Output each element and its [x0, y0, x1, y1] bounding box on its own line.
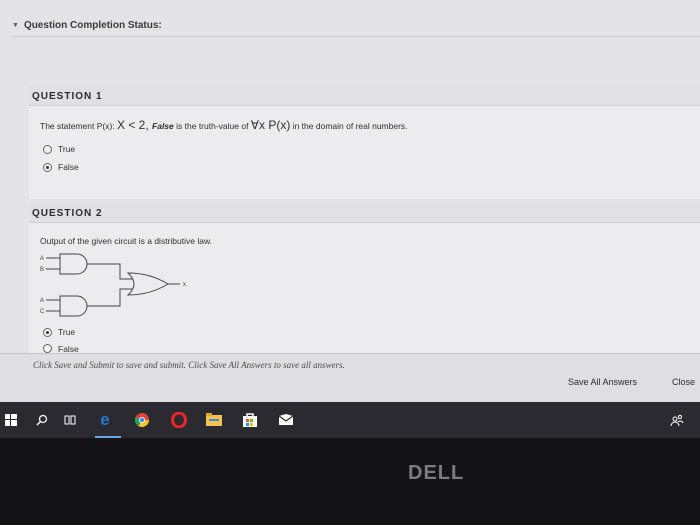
and-gate-2: [59, 295, 88, 317]
input-label-b: B: [40, 267, 44, 273]
dell-logo: DELL: [408, 462, 465, 484]
question-2-option-false[interactable]: False: [43, 344, 79, 353]
submit-footer: Click Save and Submit to save and submit…: [0, 353, 700, 402]
windows-taskbar: e: [0, 402, 700, 438]
question-1-option-true[interactable]: True: [43, 144, 75, 154]
opera-icon[interactable]: [170, 411, 188, 429]
option-label: False: [58, 344, 79, 353]
chrome-icon[interactable]: [133, 411, 151, 429]
question-1-text-part: in the domain of real numbers.: [290, 121, 408, 131]
radio-button[interactable]: [43, 144, 52, 154]
question-1-quantifier: ∀x P(x): [250, 118, 291, 132]
radio-button-selected[interactable]: [43, 162, 52, 172]
radio-button-selected[interactable]: [43, 327, 52, 337]
task-view-icon[interactable]: [61, 411, 79, 429]
option-label: True: [58, 144, 76, 154]
question-2-text: Output of the given circuit is a distrib…: [40, 236, 212, 246]
question-2-title: QUESTION 2: [32, 208, 103, 219]
windows-icon[interactable]: [2, 411, 20, 429]
divider: [12, 36, 700, 37]
or-gate: [126, 272, 169, 296]
output-label-x: x: [183, 282, 186, 288]
save-all-answers-button[interactable]: Save All Answers: [568, 375, 637, 389]
search-icon[interactable]: [33, 411, 51, 429]
question-1-header: QUESTION 1: [29, 86, 700, 106]
question-2-header: QUESTION 2: [29, 203, 700, 223]
question-1-text: The statement P(x): X < 2, False is the …: [40, 118, 408, 132]
edge-icon[interactable]: e: [96, 410, 114, 429]
question-completion-status[interactable]: ▼ Question Completion Status:: [12, 14, 700, 36]
question-1-inequality: X < 2,: [117, 118, 153, 132]
question-1-text-part: The statement P(x):: [40, 121, 117, 131]
option-label: True: [58, 327, 76, 337]
collapse-chevron-icon[interactable]: ▼: [12, 22, 19, 29]
option-label: False: [58, 162, 79, 172]
question-1-panel: QUESTION 1 The statement P(x): X < 2, Fa…: [29, 86, 700, 199]
laptop-bezel: DELL: [0, 438, 700, 525]
input-label-a: A: [40, 256, 44, 262]
question-1-text-part: is the truth-value of: [173, 121, 251, 131]
question-1-title: QUESTION 1: [32, 91, 103, 102]
photo-stage: ▼ Question Completion Status: QUESTION 1…: [0, 0, 700, 525]
question-2-option-true[interactable]: True: [43, 327, 75, 337]
mail-icon[interactable]: [277, 411, 295, 429]
radio-button[interactable]: [43, 344, 52, 353]
close-button[interactable]: Close: [672, 375, 695, 389]
input-label-c: C: [40, 309, 45, 315]
footer-instructions: Click Save and Submit to save and submit…: [33, 360, 345, 370]
question-1-option-false[interactable]: False: [43, 162, 79, 172]
store-icon[interactable]: [241, 411, 259, 429]
input-label-a2: A: [40, 298, 44, 304]
status-title: Question Completion Status:: [23, 19, 162, 31]
logic-circuit-diagram: A B A C x: [40, 253, 186, 317]
file-explorer-icon[interactable]: [205, 411, 223, 429]
question-1-false-word: False: [152, 121, 174, 131]
and-gate-1: [59, 253, 88, 275]
browser-screen: ▼ Question Completion Status: QUESTION 1…: [0, 0, 700, 402]
people-icon[interactable]: [668, 411, 686, 429]
